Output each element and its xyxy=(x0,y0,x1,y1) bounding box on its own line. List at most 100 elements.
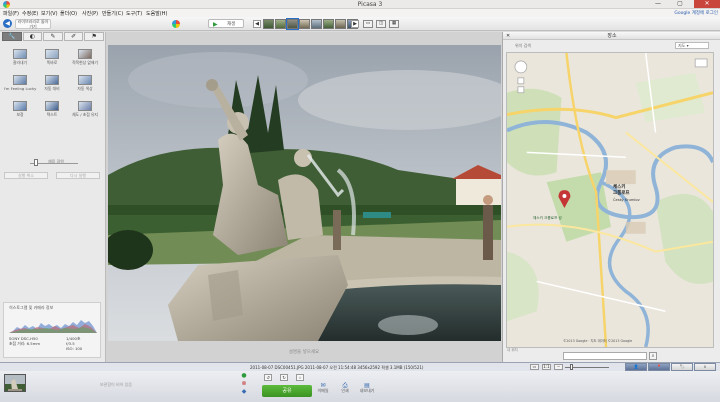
menu-edit[interactable]: 수정(E) xyxy=(22,10,38,17)
text-button[interactable]: 텍스트 xyxy=(35,101,69,118)
map-search-input[interactable] xyxy=(563,352,647,360)
back-arrow-icon[interactable]: ◀ xyxy=(3,19,12,28)
redeye-button[interactable]: 적목현상 없애기 xyxy=(68,49,102,66)
compare-view-button[interactable]: ◫ xyxy=(376,20,386,28)
selected-photo-thumbnail[interactable] xyxy=(4,374,26,392)
next-photo-button[interactable]: ▶ xyxy=(351,20,359,28)
toolbar: ◀ 라이브러리로 돌아가기 ▶ 재생 ◀ ▶ ▭ ◫ ▦ xyxy=(0,17,720,31)
people-button[interactable]: 👤 xyxy=(625,363,647,371)
tab-effects[interactable]: ✎ xyxy=(43,32,63,41)
star-button[interactable]: ☆ xyxy=(296,374,304,381)
text-label: 텍스트 xyxy=(46,112,58,117)
minimize-button[interactable]: — xyxy=(648,0,668,8)
tab-basic-fixes[interactable]: 🔧 xyxy=(2,32,22,41)
auto-contrast-button[interactable]: 자동 대비 xyxy=(35,75,69,92)
retouch-button[interactable]: 보정 xyxy=(3,101,37,118)
my-location-link[interactable]: 내 위치 xyxy=(507,348,518,353)
menu-view[interactable]: 보기(V) xyxy=(41,10,58,17)
picasa-pinwheel-icon xyxy=(172,20,180,28)
auto-color-button[interactable]: 자동 색상 xyxy=(68,75,102,92)
straighten-label: 똑바로 xyxy=(46,60,58,65)
tab-tuning[interactable]: ◐ xyxy=(22,32,43,41)
title-bar: Picasa 3 — ▢ ✕ xyxy=(0,0,720,9)
crop-icon xyxy=(13,49,27,59)
edit-panel: 🔧 ◐ ✎ ✐ ⚑ 잘라내기 똑바로 적목현상 없애기 I'm Feeling … xyxy=(0,32,106,362)
crop-button[interactable]: 잘라내기 xyxy=(3,49,37,66)
caption-field[interactable]: 설명을 넣으세요 xyxy=(106,349,502,355)
print-button[interactable]: ⎙ 인쇄 xyxy=(334,383,356,394)
auto-contrast-label: 자동 대비 xyxy=(44,86,60,91)
single-view-button[interactable]: ▭ xyxy=(363,20,373,28)
fountain-statue-photo[interactable] xyxy=(108,45,501,341)
filmstrip-thumb[interactable] xyxy=(275,19,286,29)
slideshow-button[interactable]: ▶ 재생 xyxy=(208,19,244,28)
clear-tray-icon[interactable]: ⊗ xyxy=(240,381,248,388)
map-type-select[interactable]: 지도 ▾ xyxy=(675,42,709,49)
hold-pin-icon[interactable]: ● xyxy=(240,373,248,380)
lucky-icon xyxy=(13,75,27,85)
picasa-logo-icon xyxy=(3,1,10,8)
focus-icon xyxy=(78,101,92,111)
export-button[interactable]: ▤ 내보내기 xyxy=(356,383,378,394)
previous-photo-button[interactable]: ◀ xyxy=(253,20,261,28)
zoom-out-button[interactable]: − xyxy=(554,364,563,370)
filmstrip-thumb[interactable] xyxy=(299,19,310,29)
histogram-chart xyxy=(9,320,97,333)
rotate-left-button[interactable]: ↺ xyxy=(264,374,272,381)
sign-in-link[interactable]: Google 계정에 로그인 xyxy=(674,10,718,16)
feeling-lucky-label: I'm Feeling Lucky xyxy=(3,86,37,91)
email-label: 이메일 xyxy=(317,388,329,393)
location-search-input[interactable]: 위치 검색 xyxy=(507,42,547,50)
location-map[interactable] xyxy=(506,52,714,348)
places-button[interactable]: 📍 xyxy=(648,363,670,371)
menu-tools[interactable]: 도구(T) xyxy=(126,10,142,17)
fill-light-slider-knob[interactable] xyxy=(33,159,38,166)
tags-button[interactable]: 🏷 xyxy=(671,363,693,371)
back-to-library-button[interactable]: 라이브러리로 돌아가기 xyxy=(15,19,51,29)
properties-button[interactable]: ℹ xyxy=(694,363,716,371)
thumbnail-image xyxy=(5,375,25,391)
window-title: Picasa 3 xyxy=(357,1,383,8)
filmstrip-thumb-selected[interactable] xyxy=(286,18,299,30)
add-to-album-icon[interactable]: ◆ xyxy=(240,389,248,396)
maximize-button[interactable]: ▢ xyxy=(670,0,690,8)
iso: ISO: 100 xyxy=(66,346,83,351)
print-label: 인쇄 xyxy=(341,388,349,393)
places-panel: ✕ 장소 위치 검색 지도 ▾ 체스키 크룸로프 Český Krumlov 체… xyxy=(502,32,720,362)
map-label-castle: 체스키 크룸로프 성 xyxy=(533,216,562,220)
menu-file[interactable]: 파일(F) xyxy=(3,10,19,17)
fill-light-label: 채움 광원 xyxy=(48,159,64,164)
straighten-button[interactable]: 똑바로 xyxy=(35,49,69,66)
rotate-right-button[interactable]: ↻ xyxy=(280,374,288,381)
actual-size-button[interactable]: 1:1 xyxy=(542,364,551,370)
photo-tray: 보관함이 비어 있음 ● ⊗ ◆ ↺ ↻ ☆ 공유 ✉ 이메일 ⎙ 인쇄 ▤ 내… xyxy=(0,371,720,402)
saturation-focus-button[interactable]: 채도 / 초점 유지 xyxy=(68,101,102,118)
grid-view-button[interactable]: ▦ xyxy=(389,20,399,28)
tab-more-effects[interactable]: ✐ xyxy=(63,32,84,41)
photo-viewer: 설명을 넣으세요 xyxy=(106,32,502,362)
fit-view-button[interactable]: ▭ xyxy=(530,364,539,370)
tab-extra-effects[interactable]: ⚑ xyxy=(84,32,104,41)
search-icon[interactable]: ⌕ xyxy=(649,352,657,360)
menu-help[interactable]: 도움말(H) xyxy=(146,10,167,17)
menu-folder[interactable]: 폴더(O) xyxy=(60,10,77,17)
filmstrip-thumb[interactable] xyxy=(323,19,334,29)
email-button[interactable]: ✉ 이메일 xyxy=(312,383,334,394)
feeling-lucky-button[interactable]: I'm Feeling Lucky xyxy=(3,75,37,91)
close-button[interactable]: ✕ xyxy=(694,0,720,8)
undo-button[interactable]: 실행 취소 xyxy=(4,172,48,179)
zoom-slider-knob[interactable] xyxy=(570,364,573,370)
eye-icon xyxy=(78,49,92,59)
filmstrip-thumb[interactable] xyxy=(263,19,274,29)
auto-color-label: 자동 색상 xyxy=(77,86,93,91)
filmstrip-thumb[interactable] xyxy=(335,19,346,29)
menu-create[interactable]: 만들기(C) xyxy=(102,10,123,17)
edit-tabs: 🔧 ◐ ✎ ✐ ⚑ xyxy=(2,32,104,42)
filmstrip xyxy=(263,18,359,30)
straighten-icon xyxy=(45,49,59,59)
filmstrip-thumb[interactable] xyxy=(311,19,322,29)
menu-picture[interactable]: 사진(P) xyxy=(82,10,98,17)
share-button[interactable]: 공유 xyxy=(262,385,312,397)
focal-length: 초점 거리: 6.5mm xyxy=(9,341,41,346)
redo-button[interactable]: 다시 실행 xyxy=(56,172,100,179)
